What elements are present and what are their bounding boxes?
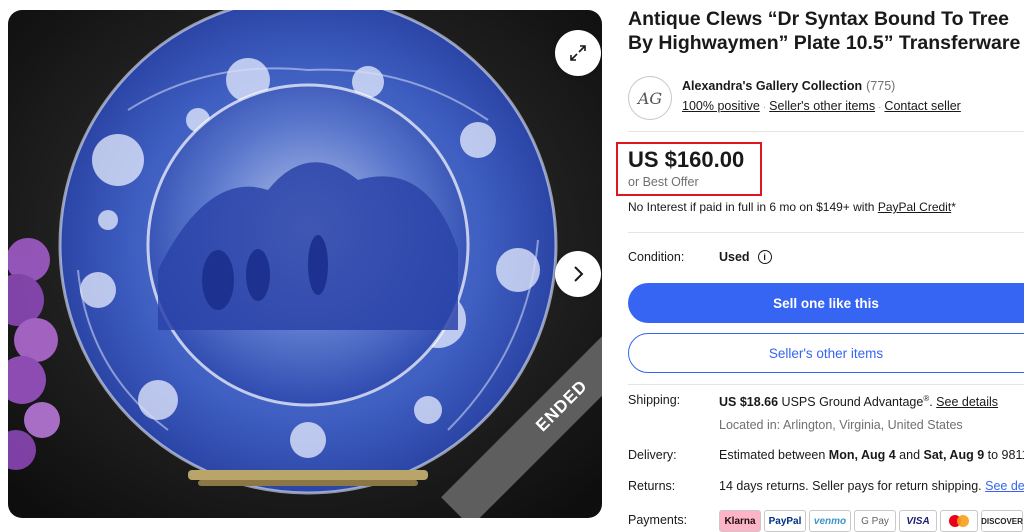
returns-label: Returns:	[628, 479, 676, 493]
image-gallery: ENDED	[8, 10, 602, 518]
divider	[628, 131, 1024, 132]
shipping-details-link[interactable]: See details	[936, 395, 998, 409]
contact-seller-link[interactable]: Contact seller	[884, 99, 960, 113]
paypal-logo: PayPal	[764, 510, 806, 532]
seller-name[interactable]: Alexandra's Gallery Collection	[682, 79, 862, 93]
klarna-logo: Klarna	[719, 510, 761, 532]
dot-separator: ·	[878, 102, 882, 113]
paypal-credit-link[interactable]: PayPal Credit	[878, 200, 951, 214]
sell-one-like-this-button[interactable]: Sell one like this	[628, 283, 1024, 323]
expand-image-button[interactable]	[555, 30, 601, 76]
shipping-label: Shipping:	[628, 393, 681, 407]
condition-value: Used i	[719, 250, 772, 264]
best-offer-text: or Best Offer	[628, 175, 699, 189]
next-image-button[interactable]	[555, 251, 601, 297]
seller-name-line: Alexandra's Gallery Collection (775)	[682, 79, 895, 93]
visa-logo: VISA	[899, 510, 937, 532]
seller-links: 100% positive · Seller's other items · Conta…	[682, 99, 961, 113]
returns-text: 14 days returns. Seller pays for return …	[719, 479, 986, 493]
positive-feedback-link[interactable]: 100% positive	[682, 99, 760, 113]
item-title: Antique Clews “Dr Syntax Bound To Tree B…	[628, 8, 1021, 54]
financing-suffix: *	[951, 200, 956, 214]
divider	[628, 384, 1024, 385]
condition-text: Used	[719, 250, 750, 264]
shipping-cost: US $18.66	[719, 395, 779, 410]
dot-separator: ·	[762, 102, 767, 113]
info-icon[interactable]: i	[757, 250, 772, 264]
delivery-zip: to 98115	[987, 448, 1024, 462]
delivery-date-start: Mon, Aug 4	[828, 448, 896, 462]
sellers-other-items-button[interactable]: Seller's other items	[628, 333, 1024, 373]
returns-details-link[interactable]: See details	[985, 479, 1024, 493]
delivery-value: Estimated between Mon, Aug 4 and Sat, Au…	[719, 448, 1024, 462]
item-details-panel: Antique Clews “Dr Syntax Bound To Tree B…	[616, 0, 1024, 532]
delivery-date-end: Sat, Aug 9	[923, 448, 985, 462]
venmo-logo: venmo	[809, 510, 851, 532]
discover-logo: DISCOVER	[981, 510, 1023, 532]
expand-icon	[570, 45, 586, 61]
chevron-right-icon	[574, 266, 584, 282]
delivery-and: and	[895, 448, 924, 462]
financing-prefix: No Interest if paid in full in 6 mo on $…	[628, 200, 878, 214]
financing-text: No Interest if paid in full in 6 mo on $…	[628, 200, 956, 214]
divider	[628, 232, 1024, 233]
shipping-value: US $18.66 USPS Ground Advantage®. See de…	[719, 394, 998, 409]
item-location: Located in: Arlington, Virginia, United …	[719, 418, 963, 432]
returns-value: 14 days returns. Seller pays for return …	[719, 479, 1024, 493]
avatar-initials: AG	[637, 88, 663, 108]
feedback-count: (775)	[866, 79, 896, 93]
delivery-prefix: Estimated between	[719, 448, 829, 462]
price: US $160.00	[628, 147, 745, 172]
delivery-label: Delivery:	[628, 448, 677, 462]
payment-methods: Klarna PayPal venmo G Pay VISA DISCOVER	[719, 510, 1023, 532]
seller-avatar[interactable]: AG	[628, 76, 672, 120]
google-pay-logo: G Pay	[854, 510, 896, 532]
condition-label: Condition:	[628, 250, 685, 264]
seller-card: AG Alexandra's Gallery Collection (775) 1…	[628, 76, 1024, 122]
sellers-other-items-link[interactable]: Seller's other items	[769, 99, 875, 113]
mastercard-icon	[949, 515, 969, 527]
shipping-service: USPS Ground Advantage	[778, 395, 924, 410]
payments-label: Payments:	[628, 513, 688, 527]
mastercard-logo	[940, 510, 978, 532]
